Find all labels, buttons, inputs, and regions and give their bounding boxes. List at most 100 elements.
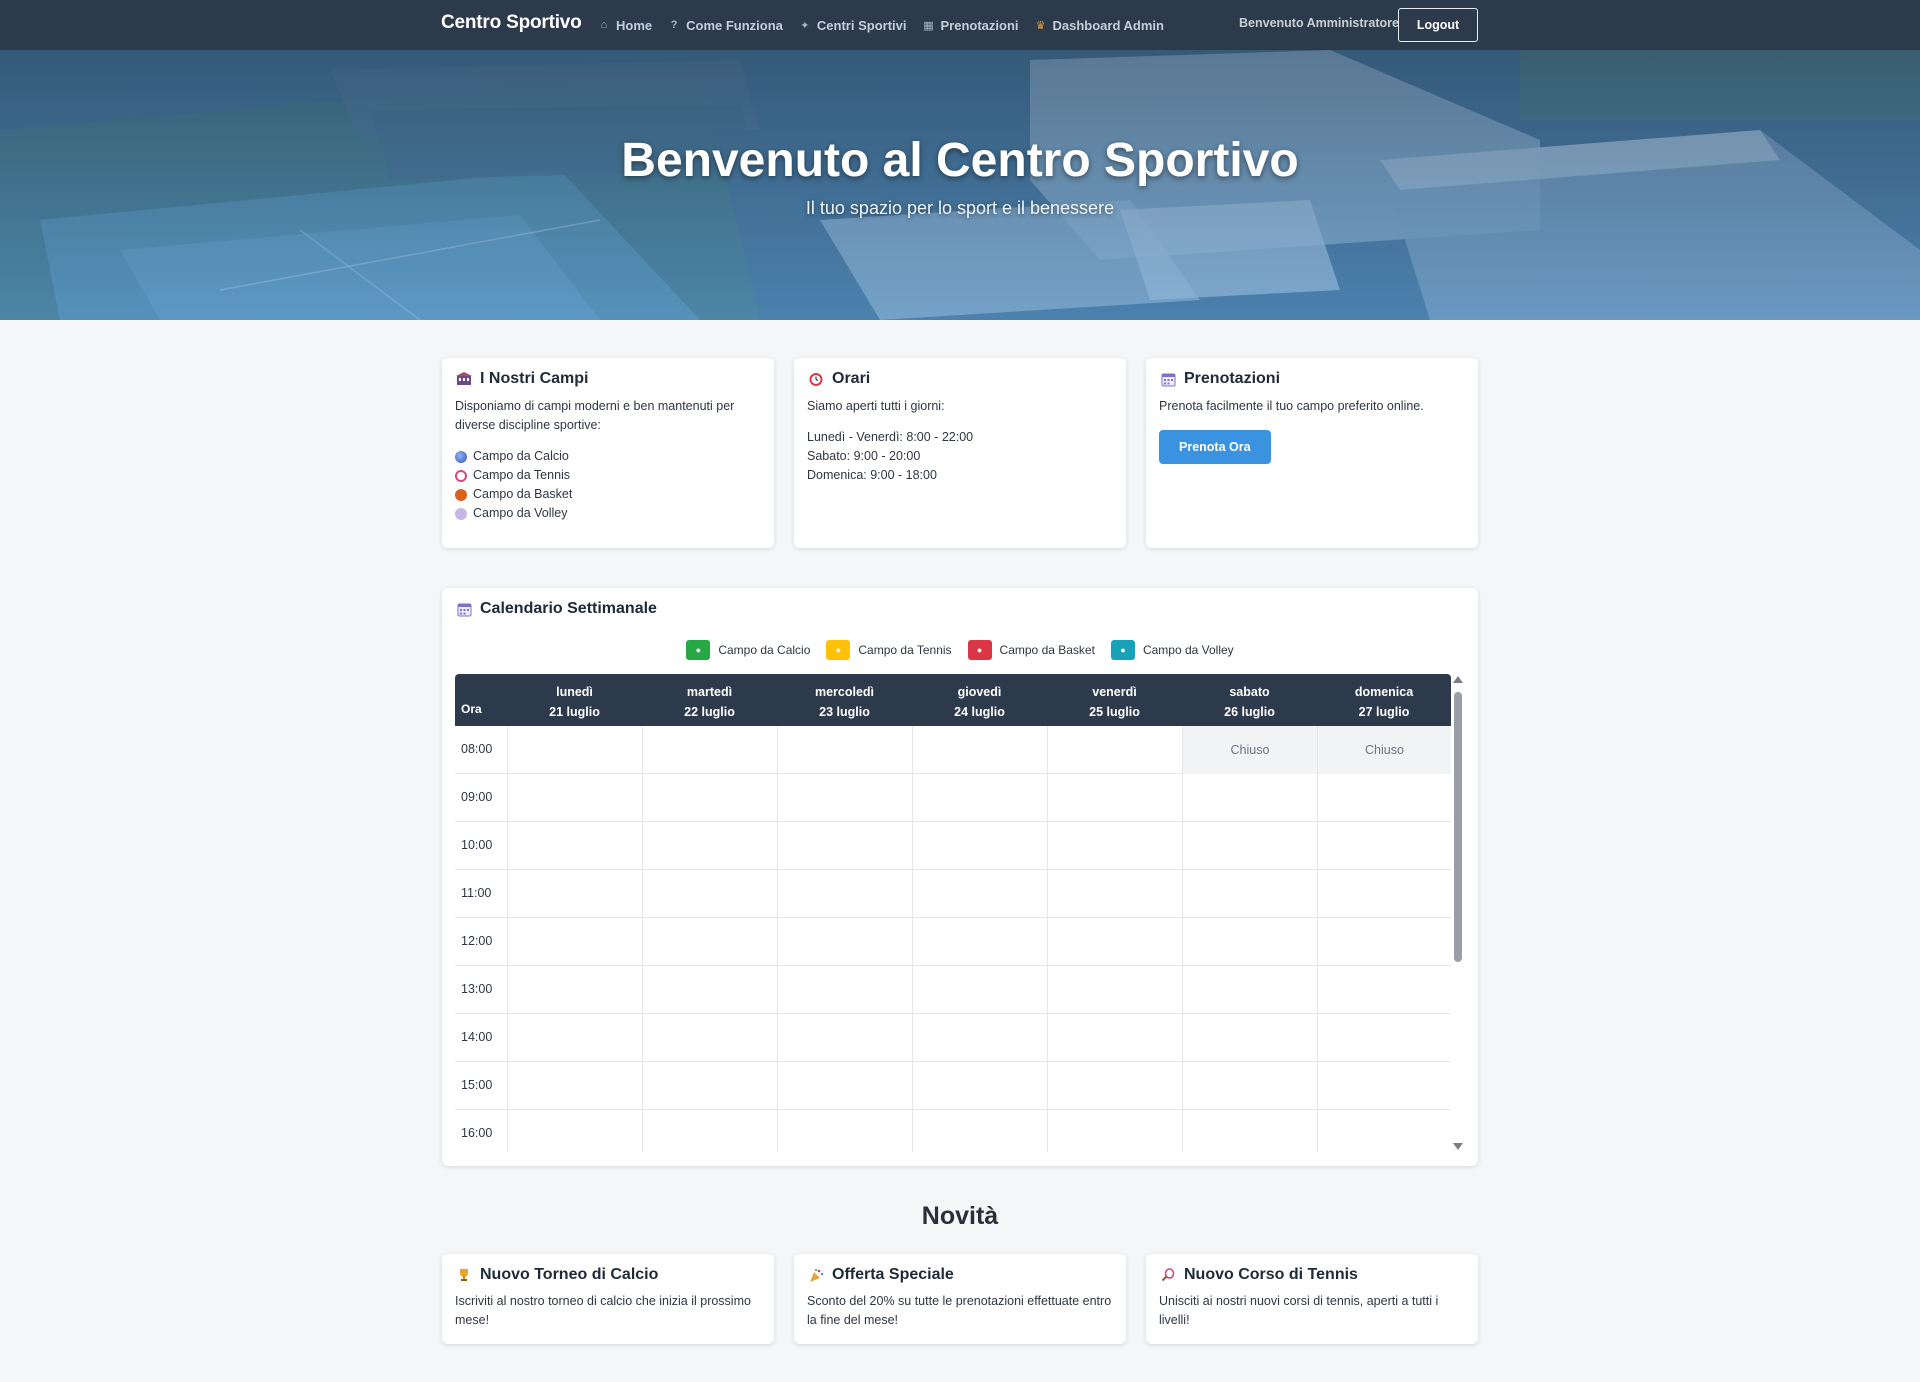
volleyball-icon: ●	[1110, 640, 1135, 660]
calendar-slot[interactable]	[642, 918, 777, 966]
soccer-ball-icon: ●	[686, 640, 711, 660]
calendar-slot[interactable]	[1182, 966, 1317, 1014]
hour-label: 11:00	[461, 886, 492, 900]
calendar-slot: Chiuso	[1317, 726, 1451, 774]
calendar-slot[interactable]	[507, 774, 642, 822]
calendar-slot[interactable]	[642, 726, 777, 774]
house-icon: ⌂	[600, 19, 608, 31]
day-header: lunedì 21 luglio	[549, 685, 600, 719]
calendar-slot[interactable]	[1182, 918, 1317, 966]
calendar-slot[interactable]	[1317, 1014, 1451, 1062]
calendar-slot[interactable]	[1047, 966, 1182, 1014]
day-header: venerdì 25 luglio	[1089, 685, 1140, 719]
calendar-slot[interactable]	[912, 822, 1047, 870]
nav-link-home[interactable]: ⌂ Home	[598, 18, 652, 33]
calendar-slot[interactable]	[1047, 1014, 1182, 1062]
calendar-slot[interactable]	[1317, 918, 1451, 966]
calendar-slot[interactable]	[507, 1014, 642, 1062]
calendar-slot[interactable]	[1182, 870, 1317, 918]
news-card: Nuovo Corso di Tennis Unisciti ai nostri…	[1146, 1254, 1478, 1344]
nav-link-centri-sportivi[interactable]: ✦ Centri Sportivi	[799, 18, 906, 33]
prenota-ora-button[interactable]: Prenota Ora	[1159, 430, 1271, 464]
calendar-slot[interactable]	[777, 1014, 912, 1062]
calendar-slot[interactable]	[912, 1014, 1047, 1062]
calendar-slot[interactable]	[777, 966, 912, 1014]
party-popper-icon	[807, 1266, 825, 1284]
legend-item-basket: ● Campo da Basket	[967, 640, 1095, 660]
card-title-text: I Nostri Campi	[480, 370, 589, 387]
calendar-slot[interactable]	[1317, 774, 1451, 822]
calendar-slot[interactable]	[912, 774, 1047, 822]
calendar-slot[interactable]	[777, 918, 912, 966]
calendar-slot[interactable]	[777, 774, 912, 822]
nav-link-prenotazioni[interactable]: ▦ Prenotazioni	[922, 18, 1018, 33]
calendar-slot[interactable]	[642, 822, 777, 870]
calendar-slot[interactable]	[1047, 870, 1182, 918]
calendar-slot[interactable]	[1047, 1062, 1182, 1110]
calendar-slot[interactable]	[912, 966, 1047, 1014]
calendar-slot[interactable]	[507, 966, 642, 1014]
calendar-slot[interactable]	[642, 774, 777, 822]
calendar-slot[interactable]	[1047, 822, 1182, 870]
calendar-slot[interactable]	[1047, 726, 1182, 774]
list-item-label: Campo da Tennis	[473, 468, 571, 482]
calendar-slot[interactable]	[912, 1110, 1047, 1152]
logout-button[interactable]: Logout	[1398, 8, 1478, 42]
calendar-slot[interactable]	[1317, 966, 1451, 1014]
calendar-slot[interactable]	[1182, 1014, 1317, 1062]
news-section-title: Novità	[921, 1202, 999, 1230]
calendar-slot[interactable]	[1317, 1110, 1451, 1152]
calendar-legend: ● Campo da Calcio ● Campo da Tennis ● Campo…	[0, 640, 1920, 660]
scroll-up-arrow-icon[interactable]	[1453, 676, 1463, 683]
calendar-slot[interactable]	[1317, 822, 1451, 870]
scroll-down-arrow-icon[interactable]	[1453, 1143, 1463, 1150]
calendar-slot[interactable]	[642, 1110, 777, 1152]
weekly-calendar[interactable]: Ora lunedì 21 luglio martedì 22 luglio mer…	[455, 674, 1451, 1152]
calendar-row: 09:00	[455, 774, 1451, 822]
calendar-slot[interactable]	[777, 822, 912, 870]
calendar-slot[interactable]	[1182, 774, 1317, 822]
basketball-icon: ●	[967, 640, 992, 660]
calendar-slot[interactable]	[1182, 1062, 1317, 1110]
soccer-ball-icon	[455, 450, 467, 463]
calendar-slot[interactable]	[1182, 1110, 1317, 1152]
card-text: Iscriviti al nostro torneo di calcio che…	[455, 1294, 751, 1327]
scroll-thumb[interactable]	[1454, 692, 1462, 962]
calendar-slot[interactable]	[642, 1014, 777, 1062]
calendar-slot[interactable]	[1182, 822, 1317, 870]
calendar-slot: Chiuso	[1182, 726, 1317, 774]
calendar-slot[interactable]	[777, 870, 912, 918]
calendar-slot[interactable]	[912, 870, 1047, 918]
calendar-row: 11:00	[455, 870, 1451, 918]
hour-column-header: Ora	[461, 702, 482, 716]
calendar-slot[interactable]	[1047, 774, 1182, 822]
calendar-slot[interactable]	[1047, 918, 1182, 966]
calendar-slot[interactable]	[642, 870, 777, 918]
calendar-slot[interactable]	[642, 966, 777, 1014]
calendar-slot[interactable]	[507, 726, 642, 774]
campi-card: I Nostri Campi Disponiamo di campi moder…	[442, 358, 774, 548]
calendar-slot[interactable]	[1047, 1110, 1182, 1152]
calendar-scrollbar[interactable]	[1452, 674, 1464, 1152]
calendar-slot[interactable]	[507, 822, 642, 870]
calendar-slot[interactable]	[777, 1110, 912, 1152]
nav-link-dashboard-admin[interactable]: ♛ Dashboard Admin	[1035, 18, 1164, 33]
brand-logo[interactable]: Centro Sportivo	[441, 12, 582, 34]
calendar-slot[interactable]	[507, 918, 642, 966]
calendar-slot[interactable]	[912, 726, 1047, 774]
calendar-slot[interactable]	[1317, 1062, 1451, 1110]
calendar-slot[interactable]	[507, 1062, 642, 1110]
calendar-slot[interactable]	[777, 726, 912, 774]
nav-link-come-funziona[interactable]: ? Come Funziona	[668, 18, 783, 33]
hour-label: 15:00	[461, 1078, 493, 1092]
calendar-slot[interactable]	[1317, 870, 1451, 918]
calendar-slot[interactable]	[642, 1062, 777, 1110]
hero-banner: Benvenuto al Centro Sportivo Il tuo spaz…	[0, 50, 1920, 320]
calendar-slot[interactable]	[507, 870, 642, 918]
calendar-slot[interactable]	[507, 1110, 642, 1152]
list-item-label: Campo da Basket	[473, 487, 573, 501]
calendar-slot[interactable]	[912, 918, 1047, 966]
legend-item-tennis: ● Campo da Tennis	[826, 640, 952, 660]
calendar-slot[interactable]	[912, 1062, 1047, 1110]
calendar-slot[interactable]	[777, 1062, 912, 1110]
